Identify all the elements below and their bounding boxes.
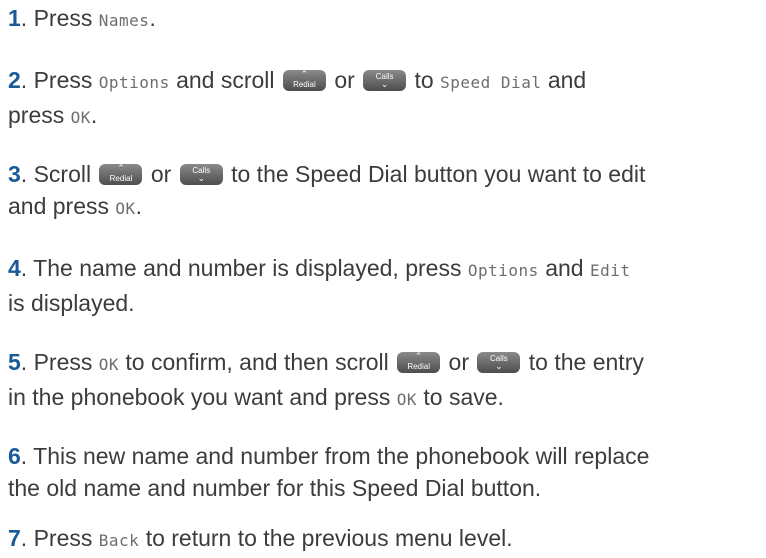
chevron-down-icon: ⌄ (197, 174, 205, 184)
step-text: Scroll (33, 161, 92, 187)
step-text: to (414, 67, 434, 93)
step-text: or (150, 161, 172, 187)
lcd-options-text: Options (467, 261, 539, 280)
step-text: Press (33, 349, 93, 375)
step-text: is displayed. (8, 290, 135, 316)
instruction-steps: 1. Press Names. 2. Press Options and scr… (0, 0, 766, 558)
chevron-down-icon: ⌄ (495, 362, 503, 372)
lcd-ok-text: OK (115, 199, 136, 218)
lcd-ok-text: OK (396, 390, 417, 409)
step-text: or (448, 349, 469, 375)
step-text: in the phonebook you want and press (8, 384, 391, 410)
step-text: . (135, 193, 143, 219)
step-number: 2 (8, 67, 21, 93)
lcd-back-text: Back (98, 531, 140, 550)
step-6: 6. This new name and number from the pho… (8, 443, 650, 501)
step-text: to the Speed Dial button you want to edi… (231, 161, 646, 187)
step-3: 3. Scroll ⌃ Redial or Calls ⌄ to the Speed… (8, 161, 646, 219)
chevron-up-icon: ⌃ (300, 70, 309, 80)
step-text: press (8, 102, 65, 128)
lcd-names-text: Names (98, 11, 150, 30)
step-text: and (545, 255, 584, 281)
chevron-up-icon: ⌃ (414, 352, 423, 362)
step-number: 6 (8, 443, 21, 469)
step-5: 5. Press OK to confirm, and then scroll … (8, 349, 644, 410)
calls-key-icon: Calls ⌄ (477, 352, 521, 373)
step-1: 1. Press Names. (8, 5, 156, 31)
step-number: 4 (8, 255, 21, 281)
step-4: 4. The name and number is displayed, pre… (8, 255, 631, 316)
step-text: and (547, 67, 587, 93)
lcd-options-text: Options (98, 73, 170, 92)
redial-key-label: Redial (407, 362, 430, 371)
step-text: to save. (423, 384, 504, 410)
step-text: This new name and number from the phoneb… (33, 443, 650, 469)
redial-key-label: Redial (109, 174, 133, 183)
redial-key-icon: ⌃ Redial (282, 70, 326, 91)
calls-key-icon: Calls ⌄ (179, 164, 223, 185)
step-text: to return to the previous menu level. (145, 525, 513, 551)
step-text: The name and number is displayed, press (33, 255, 462, 281)
redial-key-label: Redial (293, 80, 316, 89)
lcd-ok-text: OK (70, 108, 91, 127)
step-number: 1 (8, 5, 21, 31)
step-7: 7. Press Back to return to the previous … (8, 525, 513, 551)
step-text: to confirm, and then scroll (125, 349, 389, 375)
step-text: or (334, 67, 355, 93)
lcd-speed-dial-text: Speed Dial (440, 73, 542, 92)
lcd-ok-text: OK (98, 355, 120, 374)
calls-key-icon: Calls ⌄ (363, 70, 407, 91)
step-text: to the entry (528, 349, 644, 375)
step-text: Press (33, 525, 93, 551)
step-number: 3 (8, 161, 21, 187)
step-number: 7 (8, 525, 21, 551)
lcd-edit-text: Edit (589, 261, 631, 280)
chevron-down-icon: ⌄ (380, 80, 389, 90)
step-number: 5 (8, 349, 21, 375)
step-2: 2. Press Options and scroll ⌃ Redial or C… (8, 67, 587, 128)
step-text: . (90, 102, 98, 128)
step-text: and press (8, 193, 110, 219)
step-text: Press (33, 5, 93, 31)
chevron-up-icon: ⌃ (117, 164, 125, 174)
redial-key-icon: ⌃ Redial (99, 164, 143, 185)
step-text: Press (33, 67, 93, 93)
step-text: the old name and number for this Speed D… (8, 475, 542, 501)
redial-key-icon: ⌃ Redial (397, 352, 441, 373)
step-text: . (149, 5, 156, 31)
step-text: and scroll (176, 67, 275, 93)
